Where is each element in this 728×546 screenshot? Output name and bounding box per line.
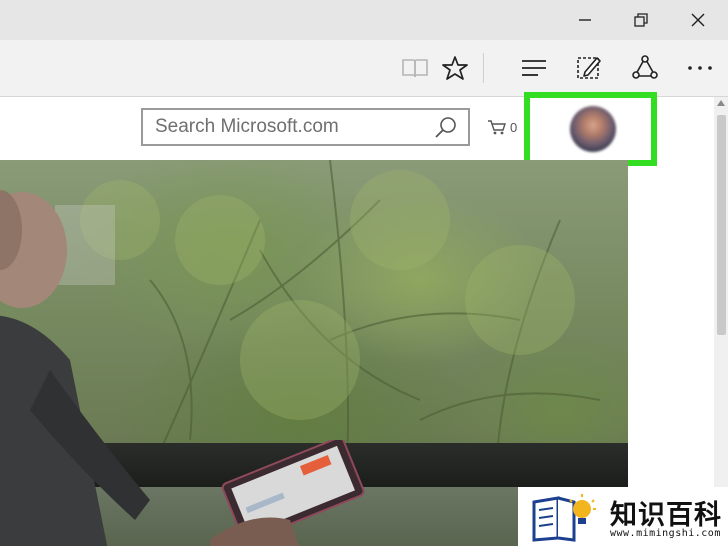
vertical-scrollbar[interactable] xyxy=(714,97,728,546)
cart-button[interactable]: 0 xyxy=(487,119,517,135)
scroll-thumb[interactable] xyxy=(717,115,726,335)
watermark-name: 知识百科 xyxy=(610,500,722,531)
account-highlight-box xyxy=(524,92,657,166)
minimize-icon xyxy=(579,19,591,21)
more-icon xyxy=(688,66,712,70)
more-button[interactable] xyxy=(682,50,718,86)
web-page: 0 xyxy=(0,92,728,546)
search-input[interactable] xyxy=(155,114,425,140)
favorite-star-icon xyxy=(442,56,468,80)
search-icon[interactable] xyxy=(434,116,458,140)
toolbar-separator xyxy=(483,53,484,83)
hub-icon xyxy=(522,60,546,76)
favorites-star-button[interactable] xyxy=(437,50,473,86)
share-icon xyxy=(632,55,658,79)
minimize-button[interactable] xyxy=(562,0,608,40)
web-note-button[interactable] xyxy=(571,50,607,86)
reading-view-icon xyxy=(402,59,428,78)
search-box[interactable] xyxy=(141,108,470,146)
share-button[interactable] xyxy=(627,50,663,86)
restore-button[interactable] xyxy=(618,0,664,40)
restore-icon xyxy=(634,13,648,27)
title-bar xyxy=(0,0,728,40)
close-icon xyxy=(691,13,705,27)
watermark-url: www.mimingshi.com xyxy=(610,528,721,539)
hub-button[interactable] xyxy=(516,50,552,86)
shopping-cart-icon xyxy=(488,120,506,135)
person-silhouette xyxy=(0,190,150,546)
close-button[interactable] xyxy=(675,0,721,40)
reading-view-button[interactable] xyxy=(397,50,433,86)
cart-count: 0 xyxy=(510,119,518,135)
browser-toolbar xyxy=(0,40,728,97)
web-note-icon xyxy=(577,57,601,79)
watermark: 知识百科 www.mimingshi.com xyxy=(518,487,728,546)
scroll-up-arrow[interactable] xyxy=(717,100,725,106)
tablet-device xyxy=(210,440,365,546)
avatar[interactable] xyxy=(570,106,616,152)
book-lightbulb-logo xyxy=(532,494,596,542)
